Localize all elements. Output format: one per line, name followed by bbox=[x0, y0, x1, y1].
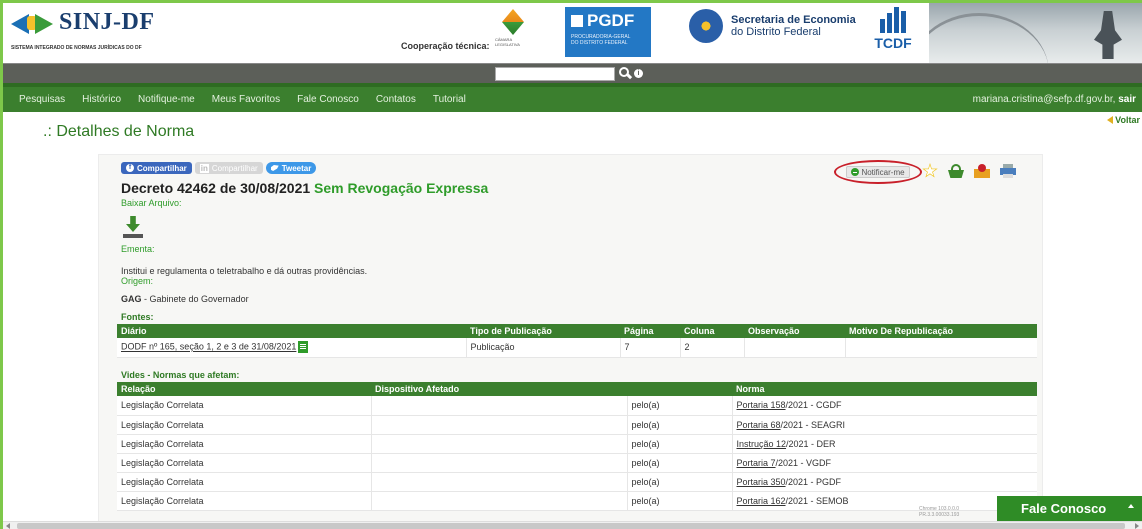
logo-title: SINJ-DF bbox=[59, 9, 155, 35]
pgdf-logo[interactable]: PGDF PROCURADORIA-GERAL DO DISTRITO FEDE… bbox=[565, 7, 651, 57]
basket-icon[interactable] bbox=[948, 164, 964, 178]
notify-icon bbox=[851, 168, 860, 176]
page-title: .: Detalhes de Norma bbox=[43, 123, 195, 140]
sinj-logo[interactable]: SINJ-DF bbox=[11, 9, 155, 36]
fontes-table: Diário Tipo de Publicação Página Coluna … bbox=[117, 324, 1037, 358]
vides-table: Relação Dispositivo Afetado Norma Legisl… bbox=[117, 382, 1037, 511]
info-icon[interactable]: i bbox=[634, 69, 643, 78]
cooperacao-label: Cooperação técnica: bbox=[401, 41, 490, 51]
logo-subtitle: SISTEMA INTEGRADO DE NORMAS JURÍDICAS DO… bbox=[11, 45, 142, 51]
norma-link[interactable]: Portaria 7 bbox=[737, 458, 776, 468]
linkedin-icon: in bbox=[199, 163, 209, 173]
table-row: DODF nº 165, seção 1, 2 e 3 de 31/08/202… bbox=[117, 338, 1037, 358]
norma-link[interactable]: Portaria 68 bbox=[737, 420, 781, 430]
norma-link[interactable]: Instrução 12 bbox=[737, 439, 787, 449]
table-header: Diário Tipo de Publicação Página Coluna … bbox=[117, 324, 1037, 338]
nav-fale-conosco[interactable]: Fale Conosco bbox=[297, 94, 359, 105]
nav-notifique-me[interactable]: Notifique-me bbox=[138, 94, 195, 105]
camara-icon bbox=[502, 9, 524, 35]
ementa-label: Ementa: bbox=[121, 244, 155, 254]
table-row: Legislação Correlata pelo(a) Instrução 12/… bbox=[117, 434, 1037, 454]
norma-link[interactable]: Portaria 162 bbox=[737, 496, 786, 506]
email-share-icon[interactable] bbox=[974, 164, 990, 178]
print-icon[interactable] bbox=[1000, 164, 1016, 178]
voltar-link[interactable]: Voltar bbox=[1107, 115, 1140, 125]
fale-conosco-widget[interactable]: Fale Conosco bbox=[997, 496, 1142, 521]
ementa-text: Institui e regulamenta o teletrabalho e … bbox=[121, 266, 368, 276]
scroll-right-icon[interactable] bbox=[1135, 523, 1139, 529]
version-info: Chrome 103.0.0.0 PR.3.3.00033.193 bbox=[919, 506, 960, 518]
horizontal-scrollbar[interactable] bbox=[3, 521, 1142, 529]
nav-meus-favoritos[interactable]: Meus Favoritos bbox=[212, 94, 280, 105]
norma-details-panel: f Compartilhar in Compartilhar Tweetar N… bbox=[98, 154, 1043, 529]
logout-link[interactable]: sair bbox=[1118, 94, 1136, 105]
twitter-share-button[interactable]: Tweetar bbox=[265, 162, 317, 174]
notificar-highlight: Notificar-me bbox=[834, 160, 922, 184]
table-row: Legislação Correlata pelo(a) Portaria 68/2… bbox=[117, 415, 1037, 435]
back-arrow-icon bbox=[1107, 116, 1114, 124]
facebook-share-button[interactable]: f Compartilhar bbox=[121, 162, 192, 174]
share-buttons: f Compartilhar in Compartilhar Tweetar bbox=[121, 162, 317, 174]
norma-title: Decreto 42462 de 30/08/2021 Sem Revogaçã… bbox=[121, 180, 489, 196]
download-icon[interactable] bbox=[123, 216, 143, 240]
baixar-label: Baixar Arquivo: bbox=[121, 198, 182, 208]
header-banner-image bbox=[929, 3, 1142, 63]
table-row: Legislação Correlata pelo(a) Portaria 7/20… bbox=[117, 453, 1037, 473]
pdf-icon[interactable] bbox=[298, 341, 309, 354]
nav-pesquisas[interactable]: Pesquisas bbox=[19, 94, 65, 105]
origem-value: GAG - Gabinete do Governador bbox=[121, 294, 249, 304]
linkedin-share-button[interactable]: in Compartilhar bbox=[194, 162, 263, 174]
norma-status: Sem Revogação Expressa bbox=[314, 180, 489, 196]
scroll-left-icon[interactable] bbox=[6, 523, 10, 529]
nav-historico[interactable]: Histórico bbox=[82, 94, 121, 105]
search-input[interactable] bbox=[495, 67, 615, 81]
pgdf-icon bbox=[571, 15, 583, 27]
twitter-icon bbox=[270, 165, 279, 171]
gdf-emblem-icon bbox=[689, 9, 723, 43]
norma-link[interactable]: Portaria 350 bbox=[737, 477, 786, 487]
chevron-up-icon bbox=[1128, 504, 1134, 508]
search-bar: i bbox=[3, 63, 1142, 83]
table-row: Legislação Correlata pelo(a) Portaria 350/… bbox=[117, 472, 1037, 492]
table-row: Legislação Correlata pelo(a) Portaria 158/… bbox=[117, 396, 1037, 416]
app-frame: SINJ-DF SISTEMA INTEGRADO DE NORMAS JURÍ… bbox=[3, 3, 1142, 529]
action-tools bbox=[922, 163, 1016, 179]
nav-tutorial[interactable]: Tutorial bbox=[433, 94, 466, 105]
secretaria-economia-logo[interactable]: Secretaria de Economia do Distrito Feder… bbox=[689, 9, 856, 43]
tcdf-logo[interactable]: TCDF bbox=[873, 7, 913, 55]
sinj-logo-icon bbox=[11, 10, 55, 36]
tcdf-icon bbox=[880, 7, 906, 33]
search-icon[interactable] bbox=[618, 66, 633, 80]
nav-contatos[interactable]: Contatos bbox=[376, 94, 416, 105]
site-header: SINJ-DF SISTEMA INTEGRADO DE NORMAS JURÍ… bbox=[3, 3, 1142, 63]
origem-label: Origem: bbox=[121, 276, 154, 286]
diario-link[interactable]: DODF nº 165, seção 1, 2 e 3 de 31/08/202… bbox=[121, 342, 296, 352]
camara-logo[interactable]: CÂMARA LEGISLATIVA bbox=[495, 9, 531, 53]
user-info: mariana.cristina@sefp.df.gov.br, sair bbox=[973, 94, 1136, 105]
table-header: Relação Dispositivo Afetado Norma bbox=[117, 382, 1037, 396]
facebook-icon: f bbox=[126, 164, 134, 172]
scrollbar-thumb[interactable] bbox=[17, 523, 1125, 529]
notificar-button[interactable]: Notificar-me bbox=[846, 166, 910, 178]
vides-label: Vides - Normas que afetam: bbox=[121, 370, 240, 380]
fontes-label: Fontes: bbox=[121, 312, 154, 322]
table-row: Legislação Correlata pelo(a) Portaria 162/… bbox=[117, 491, 1037, 511]
main-nav: Pesquisas Histórico Notifique-me Meus Fa… bbox=[3, 83, 1142, 112]
norma-link[interactable]: Portaria 158 bbox=[737, 400, 786, 410]
favorite-star-icon[interactable] bbox=[922, 163, 938, 178]
user-email: mariana.cristina@sefp.df.gov.br, bbox=[972, 94, 1116, 105]
